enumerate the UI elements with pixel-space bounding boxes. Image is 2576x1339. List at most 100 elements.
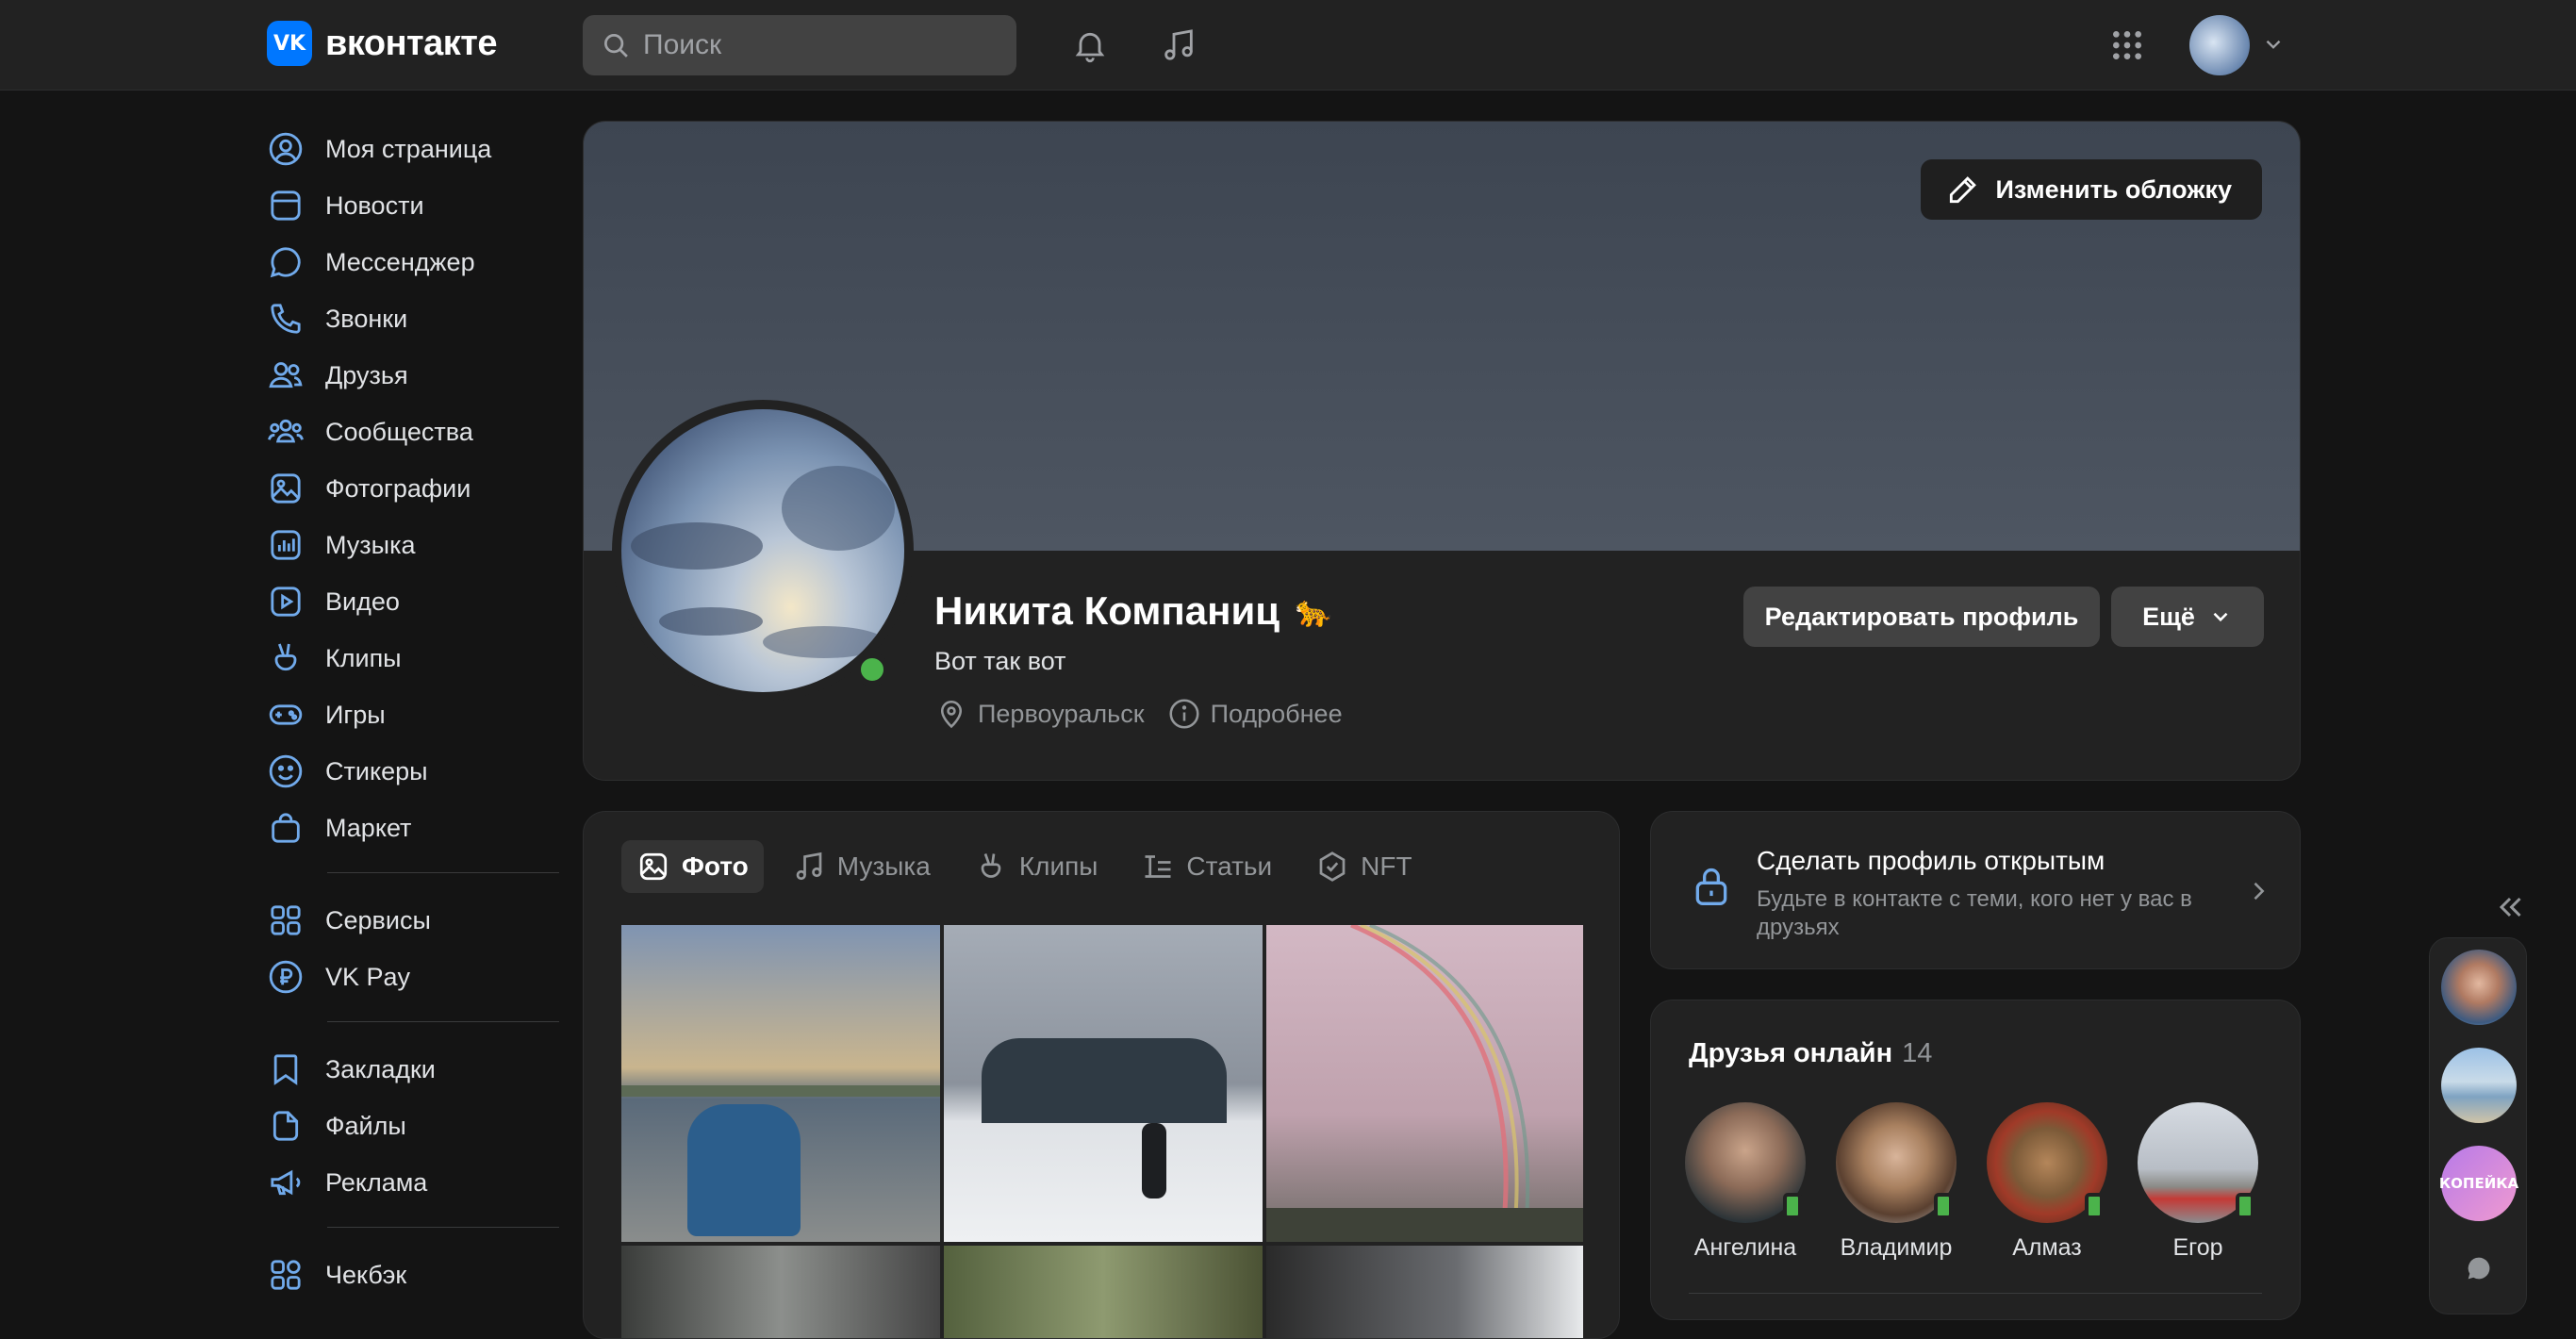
sidebar-item-communities[interactable]: Сообщества <box>267 404 559 460</box>
photo-thumbnail[interactable] <box>621 925 940 1242</box>
friend-item[interactable]: Владимир <box>1821 1102 1972 1262</box>
change-cover-button[interactable]: Изменить обложку <box>1920 159 2262 220</box>
tab-clips[interactable]: Клипы <box>959 840 1114 893</box>
tab-photos[interactable]: Фото <box>621 840 764 893</box>
chevron-right-icon <box>2254 882 2265 901</box>
articles-icon <box>1145 855 1171 878</box>
friend-name: Ангелина <box>1693 1234 1797 1261</box>
sidebar-divider <box>327 1021 559 1022</box>
gamepad-icon <box>269 704 303 725</box>
message-icon <box>270 247 301 278</box>
chevron-down-icon <box>2213 612 2228 622</box>
chat-avatar[interactable] <box>2441 950 2517 1025</box>
apps-grid-icon[interactable] <box>2103 21 2152 70</box>
friend-item[interactable]: Ангелина <box>1670 1102 1821 1262</box>
sidebar-item-calls[interactable]: Звонки <box>267 290 559 347</box>
tab-music[interactable]: Музыка <box>777 840 946 893</box>
sidebar-item-bookmarks[interactable]: Закладки <box>267 1041 559 1098</box>
sidebar-item-label: Реклама <box>325 1167 428 1197</box>
avatar-cloud <box>659 607 763 636</box>
music-player-icon[interactable] <box>1154 21 1203 70</box>
more-label: Ещё <box>2142 602 2195 631</box>
chat-avatar[interactable]: КОПЕЙКА <box>2439 1146 2518 1221</box>
services-icon <box>271 905 301 935</box>
sidebar-item-files[interactable]: Файлы <box>267 1098 559 1154</box>
sidebar-item-messenger[interactable]: Мессенджер <box>267 234 559 290</box>
sidebar-item-clips[interactable]: Клипы <box>267 630 559 686</box>
tab-nft[interactable]: NFT <box>1300 840 1427 893</box>
profile-details-link[interactable]: Подробнее <box>1167 697 1343 731</box>
sidebar-item-services[interactable]: Сервисы <box>267 892 559 949</box>
sidebar: Моя страница Новости Мессенджер Звонки Д… <box>267 121 559 1303</box>
sidebar-item-label: Файлы <box>325 1111 406 1140</box>
chevron-down-icon[interactable] <box>2261 32 2286 57</box>
checkback-icon <box>271 1260 301 1290</box>
profile-avatar[interactable] <box>612 400 914 702</box>
edit-profile-button[interactable]: Редактировать профиль <box>1743 587 2100 647</box>
tab-label: Статьи <box>1186 851 1273 881</box>
photo-person <box>687 1104 801 1236</box>
sidebar-item-market[interactable]: Маркет <box>267 800 559 856</box>
profile-name-emoji: 🐆 <box>1295 594 1332 628</box>
friend-item[interactable]: Алмаз <box>1972 1102 2122 1262</box>
user-avatar[interactable] <box>2189 15 2250 75</box>
vk-logo[interactable]: VK вконтакте <box>267 21 498 66</box>
picture-icon <box>271 473 301 504</box>
profile-city-text: Первоуральск <box>978 699 1145 728</box>
ruble-icon <box>269 960 303 994</box>
friends-online-card: Друзья онлайн 14 Ангелина Владимир Алмаз … <box>1650 1000 2301 1320</box>
search-input[interactable] <box>643 29 983 61</box>
chat-bar: КОПЕЙКА <box>2429 937 2527 1314</box>
lock-icon <box>1695 868 1727 905</box>
friend-avatar <box>1685 1102 1806 1223</box>
info-icon <box>1169 699 1199 729</box>
friend-avatar <box>1987 1102 2107 1223</box>
sidebar-item-video[interactable]: Видео <box>267 573 559 630</box>
photo-thumbnail[interactable] <box>944 1246 1263 1338</box>
tab-articles[interactable]: Статьи <box>1126 840 1287 893</box>
sidebar-item-label: Сообщества <box>325 417 473 446</box>
photo-stadium <box>982 1038 1227 1123</box>
search-box[interactable] <box>583 15 1016 75</box>
sidebar-item-label: Сервисы <box>325 905 431 934</box>
sidebar-item-my-page[interactable]: Моя страница <box>267 121 559 177</box>
more-button[interactable]: Ещё <box>2111 587 2264 647</box>
photo-thumbnail[interactable] <box>621 1246 940 1338</box>
friends-online-count: 14 <box>1902 1038 1933 1068</box>
sidebar-item-photos[interactable]: Фотографии <box>267 460 559 517</box>
sidebar-item-label: Чекбэк <box>325 1260 407 1289</box>
sidebar-item-music[interactable]: Музыка <box>267 517 559 573</box>
photo-thumbnail[interactable] <box>1266 925 1583 1242</box>
profile-header-card: Изменить обложку Никита Компаниц 🐆 Вот т… <box>583 121 2301 781</box>
profile-avatar-image <box>621 409 904 692</box>
collapse-chats-icon[interactable] <box>2493 890 2527 924</box>
friend-name: Алмаз <box>2012 1234 2082 1261</box>
friend-name: Владимир <box>1840 1234 1953 1261</box>
notifications-bell-icon[interactable] <box>1065 21 1115 70</box>
sidebar-item-checkback[interactable]: Чекбэк <box>267 1247 559 1303</box>
communities-icon <box>268 419 304 443</box>
friend-avatar <box>1836 1102 1957 1223</box>
make-profile-public-card[interactable]: Сделать профиль открытым Будьте в контак… <box>1650 811 2301 969</box>
sidebar-item-stickers[interactable]: Стикеры <box>267 743 559 800</box>
sidebar-item-friends[interactable]: Друзья <box>267 347 559 404</box>
photo-thumbnail[interactable] <box>1266 1246 1583 1338</box>
friend-item[interactable]: Егор <box>2122 1102 2273 1262</box>
chat-bubble-icon[interactable] <box>2464 1253 2494 1283</box>
photo-thumbnail[interactable] <box>944 925 1263 1242</box>
tab-label: Фото <box>682 851 749 881</box>
friends-online-title[interactable]: Друзья онлайн 14 <box>1689 1038 1932 1069</box>
profile-meta: Первоуральск Подробнее <box>934 697 1343 731</box>
vk-logo-text: вконтакте <box>325 23 498 63</box>
sidebar-item-ads[interactable]: Реклама <box>267 1154 559 1211</box>
profile-details-text: Подробнее <box>1210 699 1343 728</box>
sidebar-item-games[interactable]: Игры <box>267 686 559 743</box>
sidebar-item-news[interactable]: Новости <box>267 177 559 234</box>
sidebar-item-vk-pay[interactable]: VK Pay <box>267 949 559 1005</box>
tab-label: Клипы <box>1018 851 1098 881</box>
profile-city[interactable]: Первоуральск <box>934 697 1145 731</box>
profile-name: Никита Компаниц 🐆 <box>934 588 1332 634</box>
media-card: Фото Музыка Клипы Статьи NFT <box>583 811 1620 1339</box>
photo-shoreline <box>621 1085 940 1097</box>
chat-avatar[interactable] <box>2441 1048 2517 1123</box>
